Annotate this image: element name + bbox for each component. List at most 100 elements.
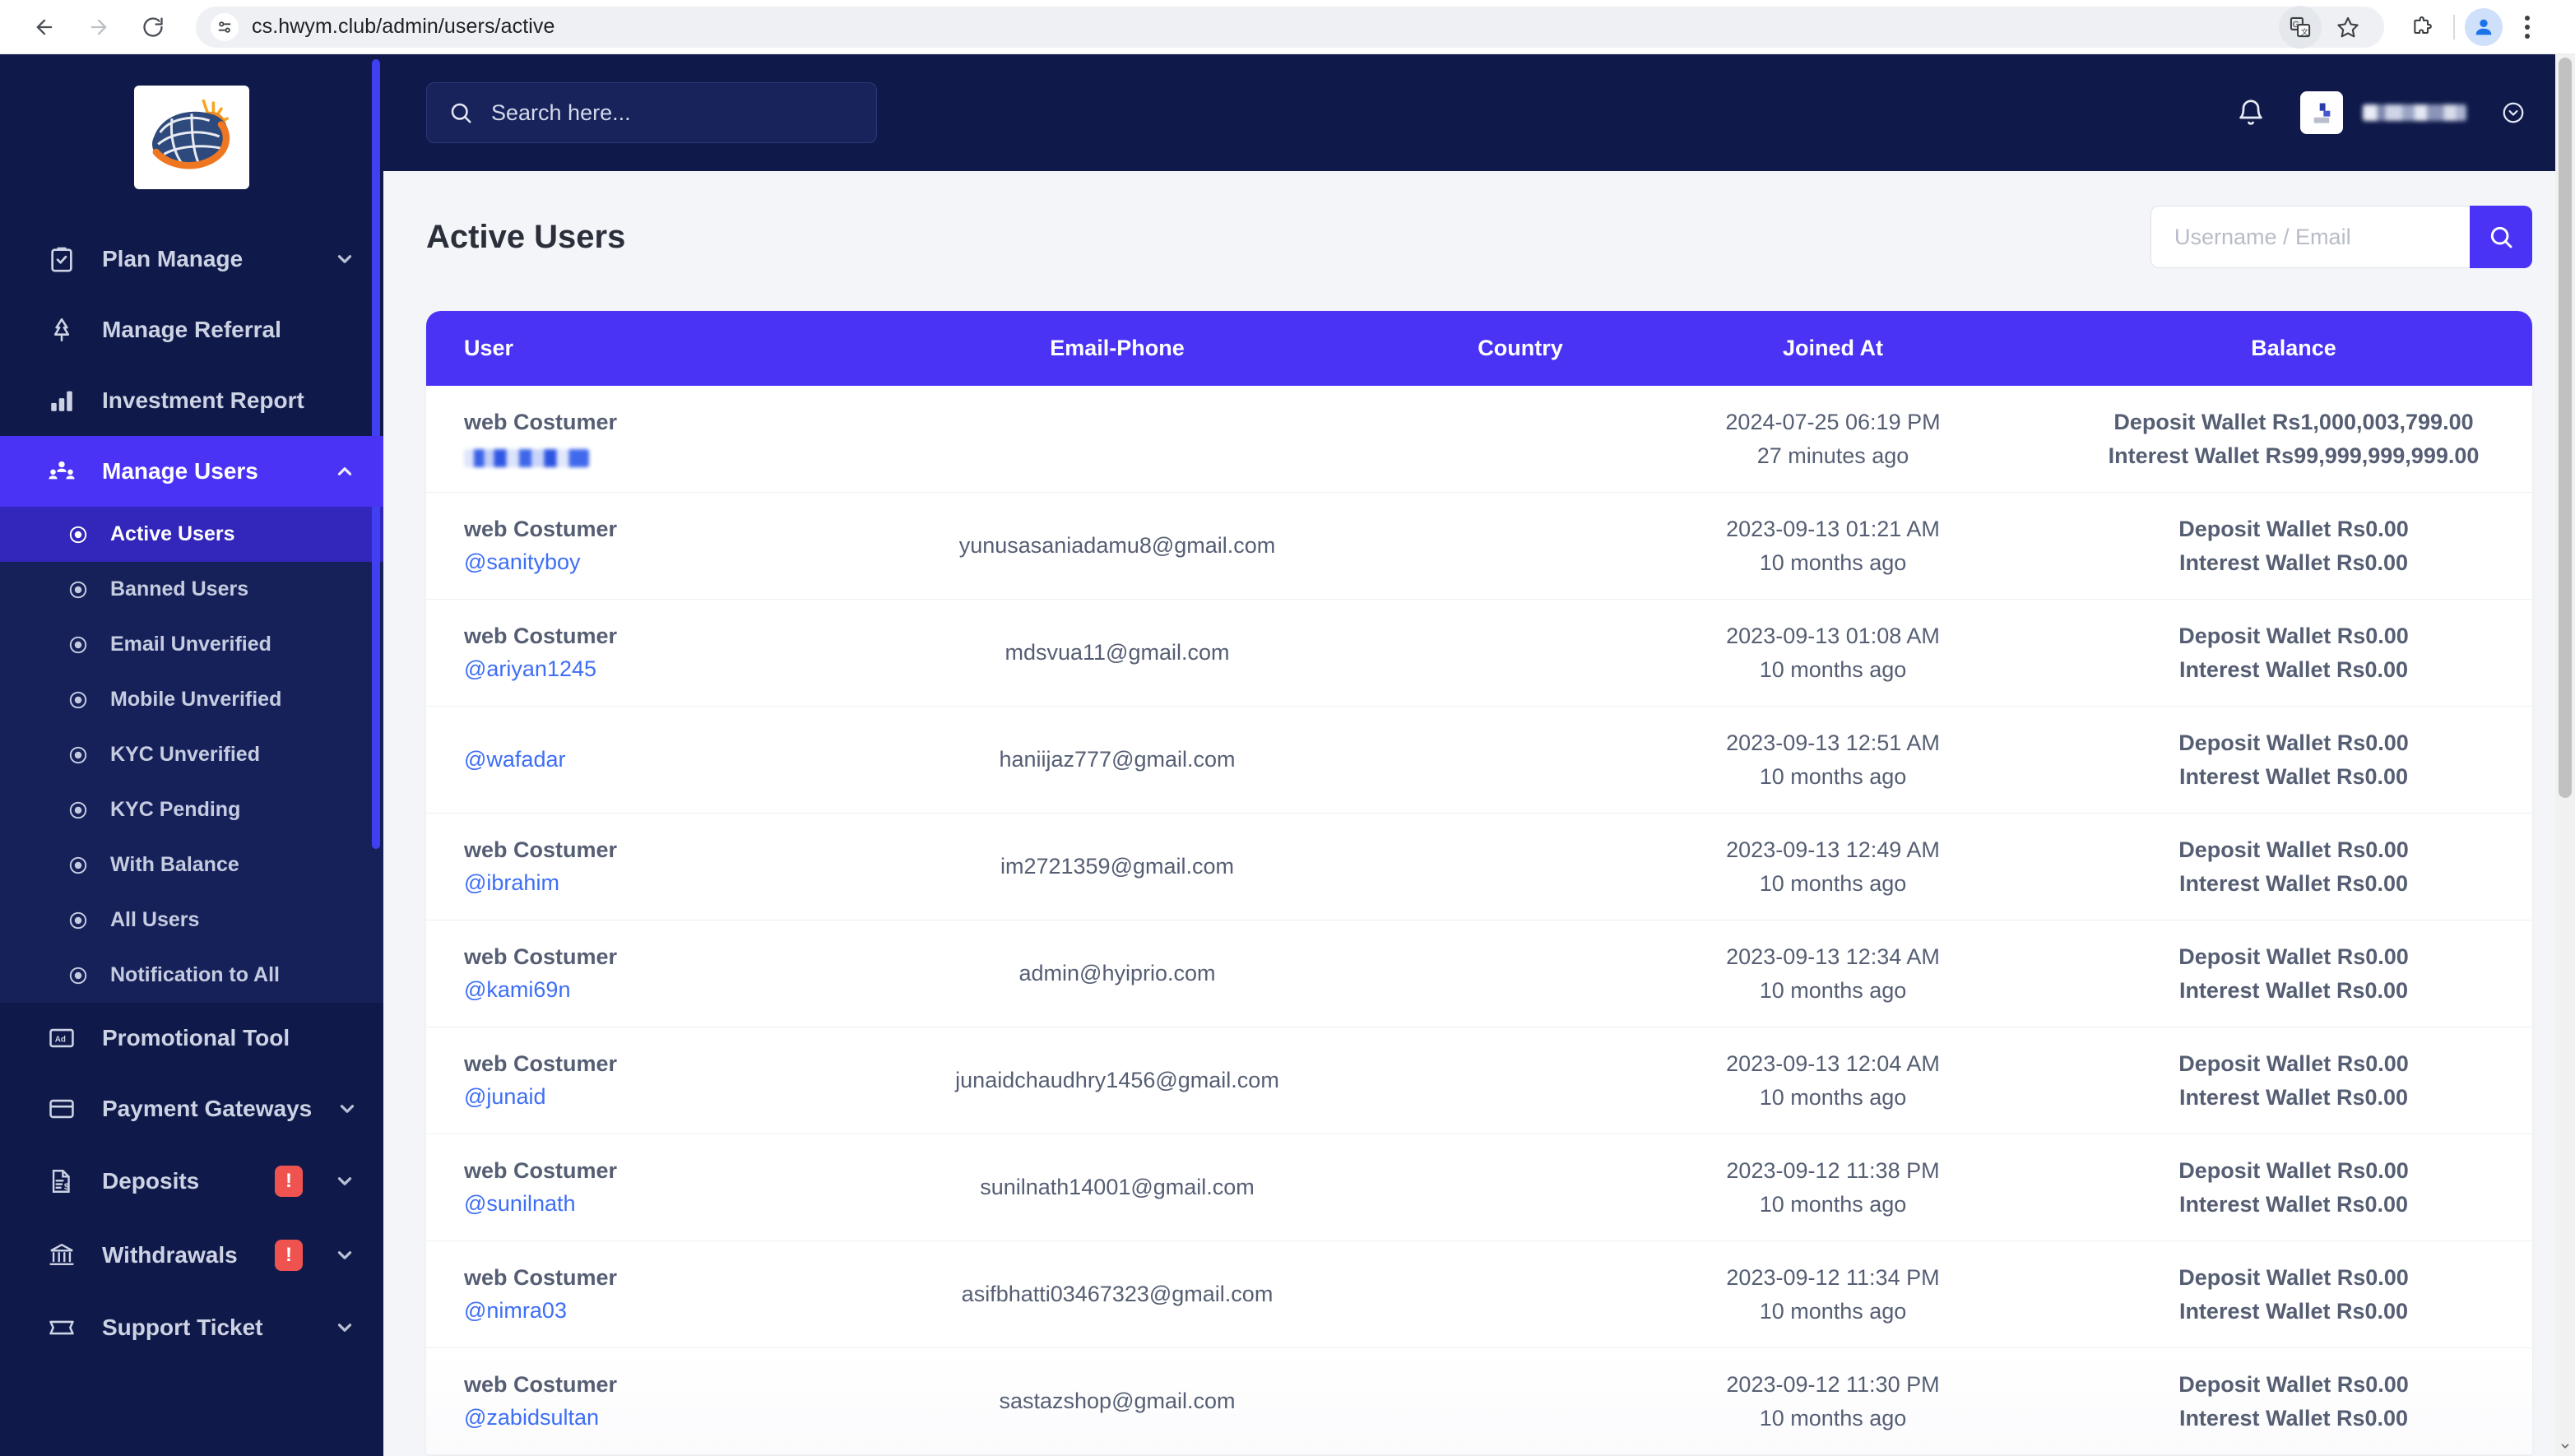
user-handle[interactable]: @ariyan1245 [464, 653, 854, 685]
chevron-down-circle-icon[interactable] [2501, 100, 2526, 125]
joined-relative: 10 months ago [1759, 1084, 1907, 1110]
interest-wallet: Interest Wallet Rs0.00 [2178, 870, 2409, 896]
sidebar-item-kyc-unverified[interactable]: KYC Unverified [0, 727, 383, 782]
cell-email: im2721359@gmail.com [854, 814, 1380, 920]
chevron-down-icon[interactable] [334, 1245, 355, 1266]
sidebar-item-withdrawals[interactable]: Withdrawals ! [0, 1218, 383, 1292]
user-menu[interactable] [2300, 91, 2466, 134]
sidebar-item-deposits[interactable]: $ Deposits ! [0, 1144, 383, 1218]
sidebar: Plan Manage Manage Referral Investment R… [0, 54, 383, 1456]
deposit-wallet: Deposit Wallet Rs0.00 [2178, 730, 2409, 755]
user-handle[interactable]: @wafadar [464, 744, 854, 776]
cell-joined: 2023-09-12 11:34 PM 10 months ago [1660, 1241, 2006, 1348]
user-handle[interactable]: @junaid [464, 1081, 854, 1113]
sidebar-item-with-balance[interactable]: With Balance [0, 837, 383, 893]
users-group-icon [46, 457, 77, 485]
translate-icon[interactable]: G文 [2279, 5, 2322, 49]
sidebar-item-promotional-tool[interactable]: Ad Promotional Tool [0, 1003, 383, 1073]
radio-dot-icon [67, 965, 89, 986]
sidebar-item-all-users[interactable]: All Users [0, 893, 383, 948]
sidebar-item-payment-gateways[interactable]: Payment Gateways [0, 1073, 383, 1144]
search-button[interactable] [2470, 206, 2532, 268]
global-search-input[interactable]: Search here... [426, 82, 877, 143]
sidebar-item-banned-users[interactable]: Banned Users [0, 562, 383, 617]
avatar [2300, 91, 2343, 134]
profile-avatar-icon[interactable] [2465, 7, 2503, 46]
interest-wallet: Interest Wallet Rs0.00 [2178, 549, 2409, 575]
star-icon[interactable] [2327, 6, 2369, 49]
back-arrow-icon[interactable] [21, 4, 67, 50]
address-bar[interactable]: cs.hwym.club/admin/users/active G文 [196, 5, 2384, 49]
deposit-wallet: Deposit Wallet Rs0.00 [2178, 1372, 2409, 1397]
forward-arrow-icon[interactable] [76, 4, 122, 50]
svg-text:$: $ [64, 1182, 70, 1192]
kebab-menu-icon[interactable] [2506, 6, 2549, 49]
sidebar-item-support-ticket[interactable]: Support Ticket [0, 1292, 383, 1363]
cell-balance: Deposit Wallet Rs0.00 Interest Wallet Rs… [2006, 1348, 2532, 1455]
cell-email: junaidchaudhry1456@gmail.com [854, 1027, 1380, 1134]
chevron-down-icon[interactable] [334, 248, 355, 270]
sidebar-item-plan-manage[interactable]: Plan Manage [0, 224, 383, 294]
column-header-balance: Balance [2006, 311, 2532, 386]
ad-banner-icon: Ad [46, 1024, 77, 1052]
joined-date: 2023-09-12 11:30 PM [1726, 1372, 1940, 1397]
user-email: sastazshop@gmail.com [999, 1389, 1236, 1414]
puzzle-icon[interactable] [2401, 6, 2443, 49]
site-settings-icon[interactable] [211, 12, 239, 41]
cell-user: web Costumer @junaid [426, 1027, 854, 1134]
ticket-icon [46, 1314, 77, 1342]
sidebar-item-label: Notification to All [110, 963, 280, 986]
site-logo [134, 86, 249, 189]
cell-country [1380, 1241, 1660, 1348]
sidebar-item-mobile-unverified[interactable]: Mobile Unverified [0, 672, 383, 727]
page-scrollbar[interactable] [2555, 54, 2575, 1456]
sidebar-item-investment-report[interactable]: Investment Report [0, 365, 383, 436]
user-handle[interactable]: @nimra03 [464, 1295, 854, 1327]
table-body: web Costumer 2024-07-25 06:19 PM 27 minu… [426, 386, 2532, 1455]
joined-date: 2023-09-13 12:04 AM [1726, 1051, 1940, 1076]
radio-dot-icon [67, 579, 89, 600]
cell-user: web Costumer [426, 386, 854, 493]
chevron-up-icon[interactable] [334, 461, 355, 482]
scroll-down-arrow-icon[interactable] [2555, 1436, 2575, 1456]
sidebar-item-email-unverified[interactable]: Email Unverified [0, 617, 383, 672]
sidebar-item-label: All Users [110, 908, 200, 931]
user-email [1023, 427, 1211, 447]
user-email: admin@hyiprio.com [1018, 961, 1216, 986]
user-handle[interactable] [464, 448, 589, 467]
column-header-country: Country [1380, 311, 1660, 386]
chevron-down-icon[interactable] [336, 1098, 358, 1120]
user-handle[interactable]: @sunilnath [464, 1188, 854, 1220]
url-text: cs.hwym.club/admin/users/active [252, 15, 555, 38]
scrollbar-thumb[interactable] [2559, 58, 2572, 798]
brand[interactable] [0, 54, 383, 224]
deposit-wallet: Deposit Wallet Rs0.00 [2178, 1051, 2409, 1076]
cell-country [1380, 386, 1660, 493]
sidebar-item-manage-users[interactable]: Manage Users [0, 436, 383, 507]
cell-joined: 2024-07-25 06:19 PM 27 minutes ago [1660, 386, 2006, 493]
sidebar-item-manage-referral[interactable]: Manage Referral [0, 294, 383, 365]
sidebar-item-notification-to-all[interactable]: Notification to All [0, 948, 383, 1003]
joined-date: 2024-07-25 06:19 PM [1725, 410, 1941, 434]
user-handle[interactable]: @ibrahim [464, 867, 854, 899]
bar-chart-icon [46, 387, 77, 415]
sidebar-item-active-users[interactable]: Active Users [0, 507, 383, 562]
chevron-down-icon[interactable] [334, 1171, 355, 1192]
search-input[interactable] [2150, 206, 2470, 268]
sidebar-item-label: KYC Unverified [110, 743, 260, 766]
user-name [2363, 104, 2466, 121]
sidebar-item-label: Withdrawals [102, 1242, 238, 1268]
bell-icon[interactable] [2236, 98, 2266, 128]
svg-text:文: 文 [2301, 26, 2308, 35]
chevron-down-icon[interactable] [334, 1317, 355, 1338]
deposit-wallet: Deposit Wallet Rs1,000,003,799.00 [2113, 410, 2474, 434]
reload-icon[interactable] [130, 4, 176, 50]
cell-user: web Costumer @nimra03 [426, 1241, 854, 1348]
user-handle[interactable]: @sanityboy [464, 546, 854, 578]
radio-dot-icon [67, 800, 89, 821]
user-handle[interactable]: @kami69n [464, 974, 854, 1006]
joined-date: 2023-09-12 11:38 PM [1726, 1158, 1940, 1183]
sidebar-item-kyc-pending[interactable]: KYC Pending [0, 782, 383, 837]
user-full-name: web Costumer [464, 624, 618, 649]
user-handle[interactable]: @zabidsultan [464, 1402, 854, 1434]
